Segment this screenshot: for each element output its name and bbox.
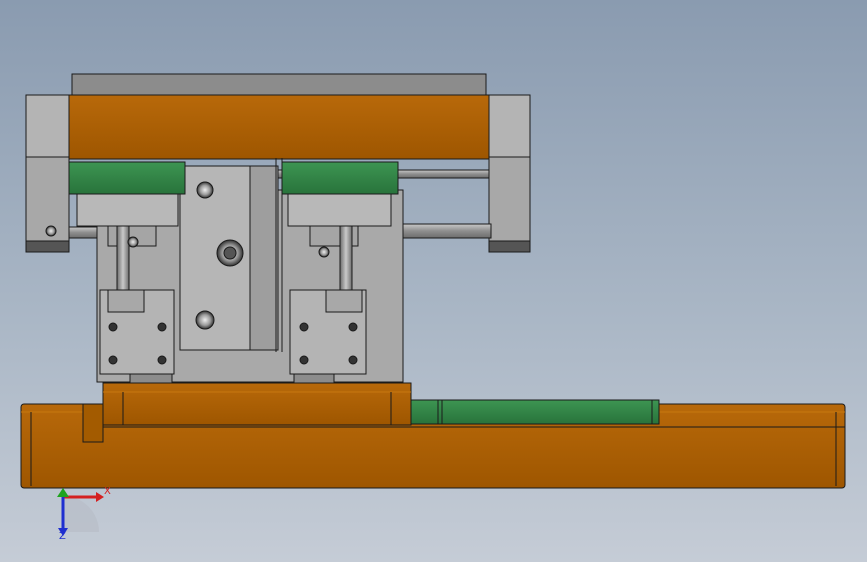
coordinate-triad-icon [57,488,104,536]
right-end-block[interactable] [488,94,531,253]
cad-viewport[interactable]: X Z [0,0,867,562]
linear-guide-rail[interactable] [410,399,660,425]
x-axis-label: X [104,486,111,497]
slide-carriage[interactable] [102,382,412,426]
left-green-slider[interactable] [68,161,186,195]
left-end-block[interactable] [25,94,70,253]
fixture-assembly-model[interactable] [0,0,867,562]
right-green-slider[interactable] [281,161,399,195]
z-axis-label: Z [59,531,66,542]
top-cover-plate[interactable] [71,73,487,97]
top-orange-beam[interactable] [67,94,491,160]
